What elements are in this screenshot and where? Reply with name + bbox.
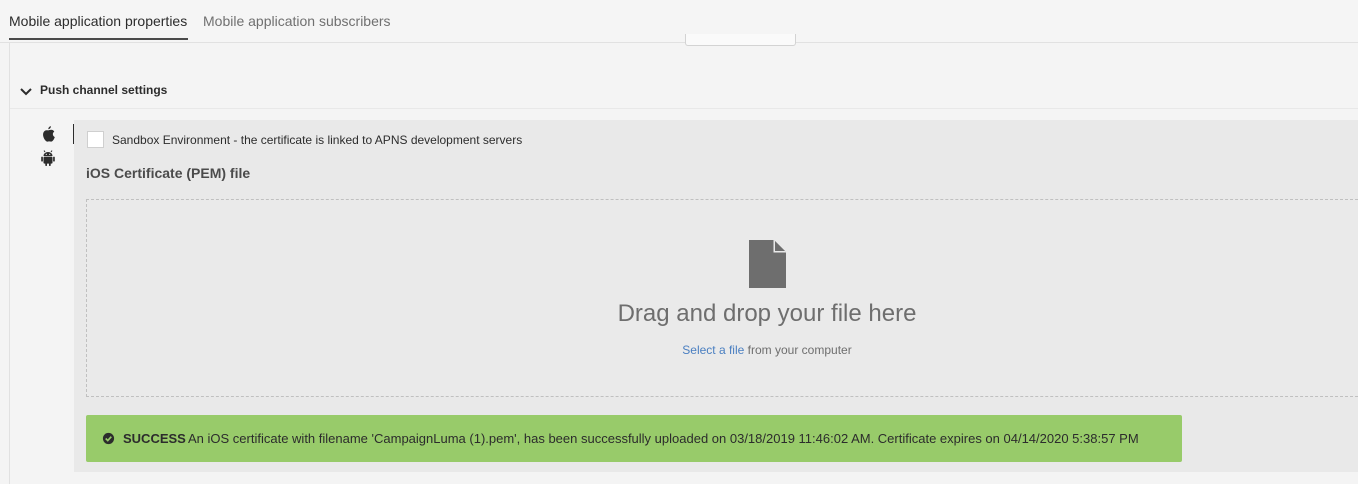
chevron-down-icon[interactable] [20, 84, 32, 102]
select-file-link[interactable]: Select a file [682, 343, 744, 357]
select-file-line: Select a file from your computer [0, 343, 1358, 357]
toolbar-button-stub[interactable] [685, 34, 796, 46]
success-label: SUCCESS [123, 431, 186, 446]
sandbox-checkbox-label[interactable]: Sandbox Environment - the certificate is… [112, 133, 522, 147]
apple-icon[interactable] [38, 124, 60, 144]
success-banner: SUCCESS An iOS certificate with filename… [86, 415, 1182, 462]
tab-mobile-application-properties[interactable]: Mobile application properties [9, 12, 187, 30]
push-channel-settings-header[interactable]: Push channel settings [10, 76, 1358, 109]
file-dropzone[interactable] [86, 199, 1358, 397]
select-file-suffix: from your computer [744, 343, 852, 357]
sandbox-checkbox[interactable] [87, 131, 104, 148]
certificate-title: iOS Certificate (PEM) file [86, 165, 251, 181]
active-tab-indicator [9, 38, 188, 40]
file-icon [749, 240, 787, 293]
success-message: An iOS certificate with filename 'Campai… [188, 431, 1139, 446]
section-title: Push channel settings [40, 83, 168, 97]
tab-mobile-application-subscribers[interactable]: Mobile application subscribers [203, 12, 391, 30]
android-icon[interactable] [38, 148, 60, 168]
dropzone-heading: Drag and drop your file here [617, 300, 917, 327]
tab-bar: Mobile application properties Mobile app… [0, 0, 1358, 43]
check-circle-icon [102, 432, 115, 450]
